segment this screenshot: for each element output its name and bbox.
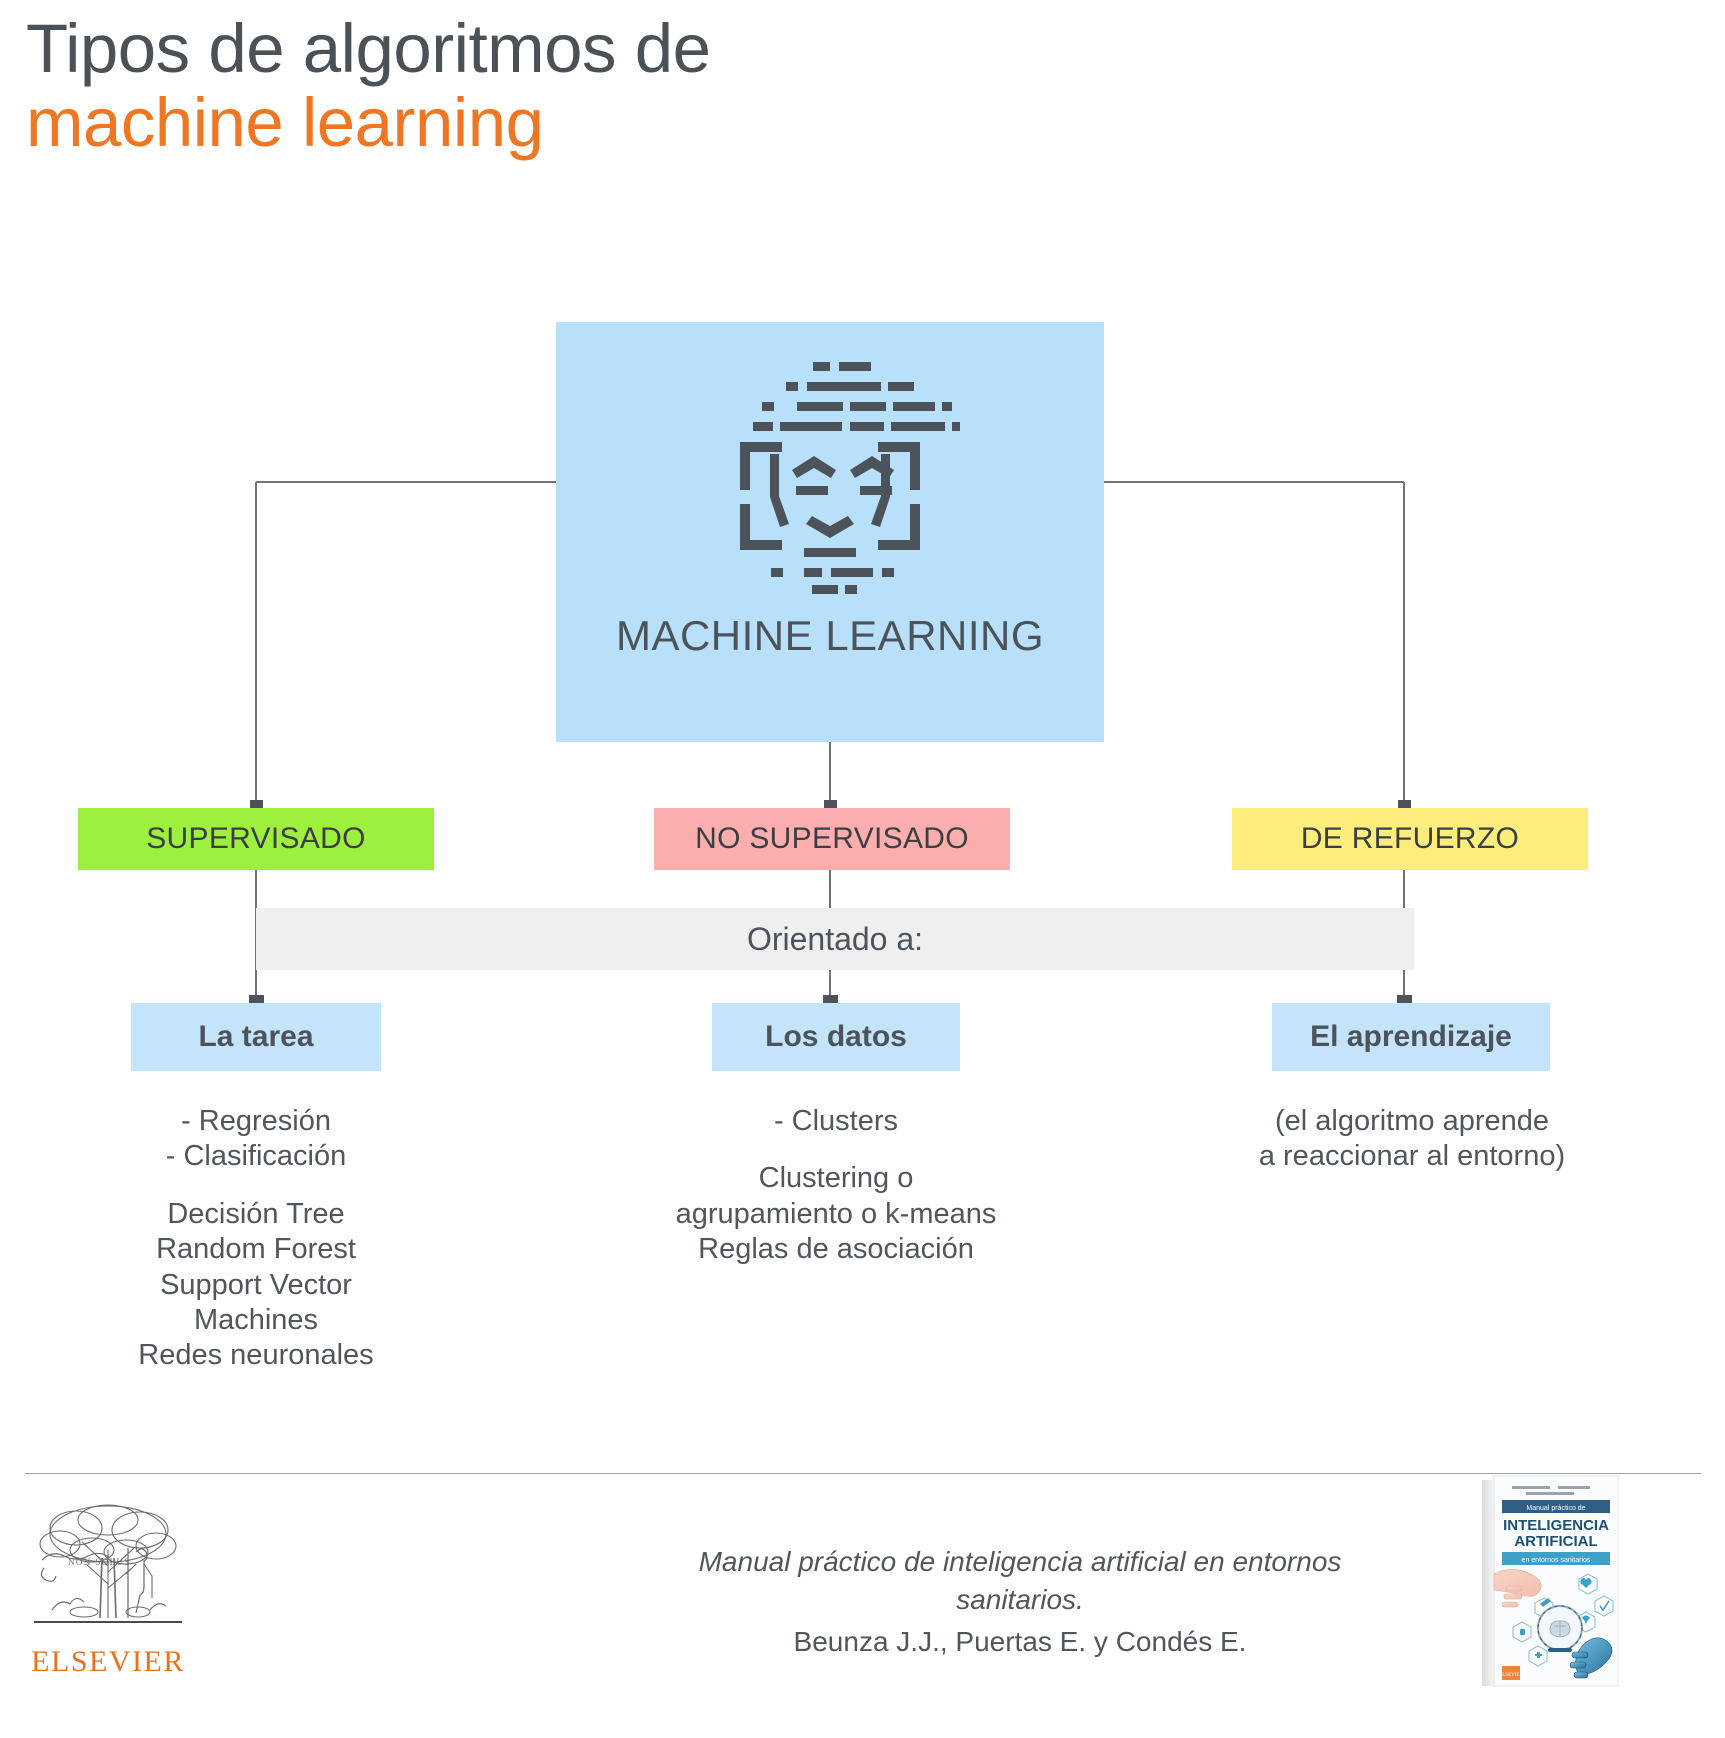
subnode-los-datos-label: Los datos	[765, 1020, 907, 1053]
category-no-supervisado[interactable]: NO SUPERVISADO	[654, 808, 1010, 870]
detail-item: agrupamiento o k-means	[675, 1197, 997, 1230]
subnode-la-tarea-label: La tarea	[198, 1020, 314, 1053]
book-subtitle: en entornos sanitarios	[1522, 1557, 1591, 1564]
elsevier-logo: NON SOLUS ELSEVIER	[24, 1498, 192, 1679]
book-publisher: ELSEVIER	[1499, 1673, 1523, 1678]
book-cover-thumbnail: Manual práctico de INTELIGENCIA ARTIFICI…	[1482, 1475, 1619, 1687]
detail-item: a reaccionar al entorno)	[1258, 1140, 1566, 1173]
footer-divider	[25, 1473, 1701, 1474]
detail-item: Random Forest	[156, 1233, 356, 1266]
book-title-line1: INTELIGENCIA	[1503, 1517, 1609, 1534]
detail-item: - Regresión	[181, 1105, 331, 1137]
orientado-a-label: Orientado a:	[746, 920, 924, 957]
category-no-supervisado-label: NO SUPERVISADO	[695, 822, 969, 855]
book-title-line2: ARTIFICIAL	[1514, 1533, 1597, 1550]
subnode-el-aprendizaje[interactable]: El aprendizaje	[1272, 1003, 1550, 1071]
subnode-la-tarea[interactable]: La tarea	[131, 1003, 381, 1071]
detail-item: - Clasificación	[165, 1140, 347, 1173]
machine-learning-root-node: MACHINE LEARNING	[556, 322, 1104, 742]
detail-column-la-tarea: - Regresión - Clasificación Decisión Tre…	[56, 1104, 456, 1374]
machine-learning-root-label: MACHINE LEARNING	[615, 612, 1045, 659]
detail-spacer	[56, 1175, 456, 1197]
citation: Manual práctico de inteligencia artifici…	[640, 1543, 1400, 1660]
category-de-refuerzo[interactable]: DE REFUERZO	[1232, 808, 1588, 870]
page-title: Tipos de algoritmos de machine learning	[26, 12, 1026, 160]
page-title-line2: machine learning	[26, 83, 544, 161]
detail-item: Support Vector	[160, 1268, 352, 1301]
subnode-los-datos[interactable]: Los datos	[712, 1003, 960, 1071]
detail-item: Machines	[193, 1303, 319, 1336]
ai-face-icon	[740, 362, 960, 594]
page-title-line1: Tipos de algoritmos de	[26, 10, 711, 87]
detail-item: Redes neuronales	[138, 1339, 374, 1372]
category-de-refuerzo-label: DE REFUERZO	[1300, 822, 1520, 855]
book-kicker: Manual práctico de	[1526, 1505, 1585, 1512]
citation-title: Manual práctico de inteligencia artifici…	[698, 1546, 1342, 1615]
detail-item: Reglas de asociación	[698, 1233, 974, 1266]
elsevier-motto: NON SOLUS	[68, 1557, 131, 1567]
detail-item: Clustering o	[758, 1162, 914, 1195]
elsevier-tree-icon: NON SOLUS	[34, 1504, 182, 1623]
category-supervisado-label: SUPERVISADO	[146, 822, 366, 855]
elsevier-wordmark: ELSEVIER	[31, 1645, 185, 1678]
detail-column-los-datos: - Clusters Clustering o agrupamiento o k…	[600, 1104, 1072, 1268]
detail-spacer	[600, 1139, 1072, 1161]
subnode-el-aprendizaje-label: El aprendizaje	[1310, 1020, 1512, 1053]
detail-column-el-aprendizaje: (el algoritmo aprende a reaccionar al en…	[1192, 1104, 1632, 1175]
infographic-page: Tipos de algoritmos de machine learning	[0, 0, 1725, 1738]
orientado-a-band: Orientado a:	[256, 908, 1414, 970]
detail-item: - Clusters	[773, 1105, 899, 1137]
category-supervisado[interactable]: SUPERVISADO	[78, 808, 434, 870]
citation-authors: Beunza J.J., Puertas E. y Condés E.	[793, 1625, 1247, 1657]
detail-item: (el algoritmo aprende	[1274, 1105, 1550, 1137]
detail-item: Decisión Tree	[167, 1197, 345, 1230]
